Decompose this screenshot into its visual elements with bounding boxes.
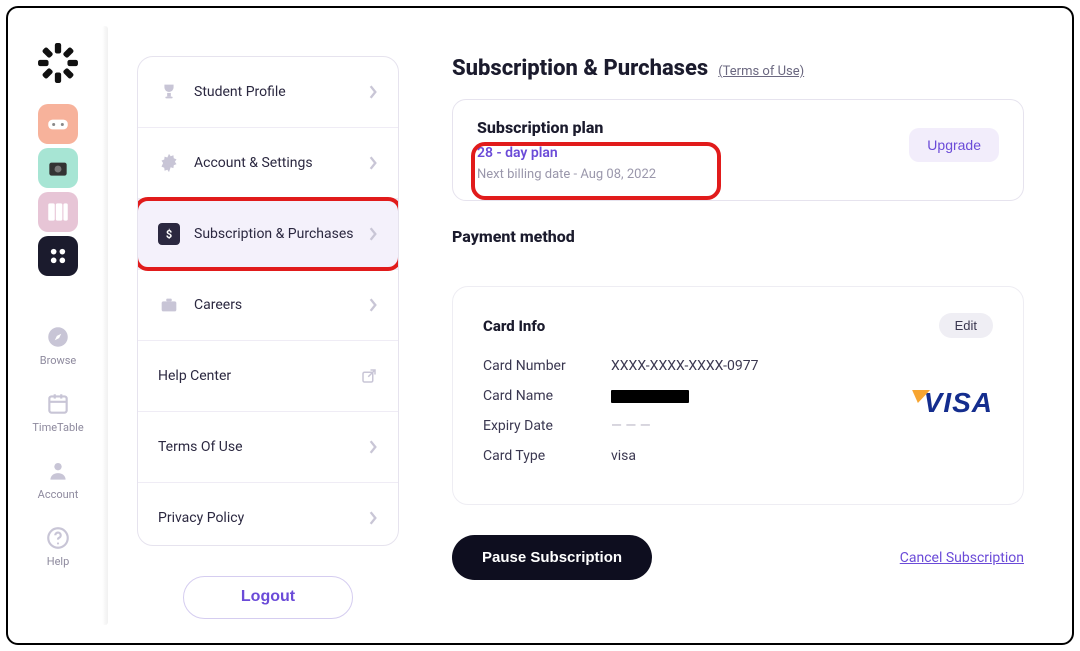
settings-item-label: Privacy Policy	[158, 510, 354, 526]
settings-card: Student Profile Account & Settings $	[137, 56, 399, 546]
edit-button[interactable]: Edit	[939, 313, 993, 338]
settings-item-terms[interactable]: Terms Of Use	[138, 412, 398, 482]
external-link-icon	[360, 367, 378, 385]
settings-item-label: Student Profile	[194, 84, 354, 100]
camera-icon	[45, 155, 71, 181]
trophy-icon	[158, 81, 180, 103]
grid-icon	[45, 243, 71, 269]
card-number-label: Card Number	[483, 358, 583, 374]
left-rail: Browse TimeTable Account Help	[8, 8, 108, 643]
settings-item-privacy[interactable]: Privacy Policy	[138, 483, 398, 546]
rail-nav-label: Help	[47, 555, 70, 568]
calendar-icon	[45, 391, 71, 417]
card-expiry-row: Expiry Date — — —	[483, 418, 993, 434]
chevron-right-icon	[368, 440, 378, 454]
settings-item-label: Help Center	[158, 368, 346, 384]
settings-item-label: Subscription & Purchases	[194, 226, 354, 242]
compass-icon	[45, 324, 71, 350]
gamepad-icon	[45, 111, 71, 137]
card-number-row: Card Number XXXX-XXXX-XXXX-0977	[483, 358, 993, 374]
cancel-subscription-link[interactable]: Cancel Subscription	[900, 550, 1024, 566]
card-type-row: Card Type visa	[483, 448, 993, 464]
settings-item-label: Careers	[194, 297, 354, 313]
chevron-right-icon	[368, 298, 378, 312]
plan-next-billing: Next billing date - Aug 08, 2022	[477, 167, 999, 182]
subscription-plan-card: Subscription plan 28 - day plan Next bil…	[452, 99, 1024, 201]
rail-tile-3[interactable]	[38, 192, 78, 232]
rail-nav: Browse TimeTable Account Help	[32, 324, 83, 568]
settings-item-label: Terms Of Use	[158, 439, 354, 455]
rail-nav-help[interactable]: Help	[45, 525, 71, 568]
rail-nav-browse[interactable]: Browse	[40, 324, 77, 367]
rail-nav-timetable[interactable]: TimeTable	[32, 391, 83, 434]
settings-item-label: Account & Settings	[194, 155, 354, 171]
card-type-label: Card Type	[483, 448, 583, 464]
settings-item-account-settings[interactable]: Account & Settings	[138, 128, 398, 198]
help-icon	[45, 525, 71, 551]
briefcase-icon	[158, 294, 180, 316]
app-logo	[37, 42, 79, 84]
rail-tile-4[interactable]	[38, 236, 78, 276]
card-number-value: XXXX-XXXX-XXXX-0977	[611, 358, 758, 374]
panels-icon	[45, 199, 71, 225]
pause-subscription-button[interactable]: Pause Subscription	[452, 535, 652, 580]
page-header: Subscription & Purchases (Terms of Use)	[452, 56, 1024, 81]
card-name-label: Card Name	[483, 388, 583, 404]
chevron-right-icon	[368, 511, 378, 525]
logout-button[interactable]: Logout	[183, 576, 353, 619]
rail-nav-label: TimeTable	[32, 421, 83, 434]
gear-icon	[158, 152, 180, 174]
card-expiry-label: Expiry Date	[483, 418, 583, 434]
terms-of-use-link[interactable]: (Terms of Use)	[718, 64, 804, 79]
card-expiry-value: — — —	[611, 418, 651, 434]
chevron-right-icon	[368, 85, 378, 99]
rail-tile-stack	[38, 104, 78, 276]
card-info-box: Card Info Edit Card Number XXXX-XXXX-XXX…	[452, 286, 1024, 505]
rail-nav-label: Browse	[40, 354, 77, 367]
rail-tile-1[interactable]	[38, 104, 78, 144]
rail-nav-label: Account	[38, 488, 79, 501]
card-name-value	[611, 388, 689, 404]
card-type-value: visa	[611, 448, 636, 464]
payment-method-title: Payment method	[452, 227, 1024, 246]
person-icon	[45, 458, 71, 484]
chevron-right-icon	[368, 156, 378, 170]
settings-item-help-center[interactable]: Help Center	[138, 341, 398, 411]
settings-column: Student Profile Account & Settings $	[108, 8, 428, 643]
page-title: Subscription & Purchases	[452, 56, 708, 81]
card-info-title: Card Info	[483, 317, 545, 335]
redacted-icon	[611, 390, 689, 403]
chevron-right-icon	[368, 227, 378, 241]
subscription-actions: Pause Subscription Cancel Subscription	[452, 535, 1024, 580]
visa-logo: VISA	[924, 387, 993, 419]
dollar-box-icon: $	[158, 223, 180, 245]
rail-tile-2[interactable]	[38, 148, 78, 188]
settings-item-careers[interactable]: Careers	[138, 270, 398, 340]
main-content: Subscription & Purchases (Terms of Use) …	[428, 8, 1072, 643]
settings-item-subscription-purchases[interactable]: $ Subscription & Purchases	[138, 199, 398, 269]
upgrade-button[interactable]: Upgrade	[909, 128, 999, 162]
rail-nav-account[interactable]: Account	[38, 458, 79, 501]
settings-item-student-profile[interactable]: Student Profile	[138, 57, 398, 127]
